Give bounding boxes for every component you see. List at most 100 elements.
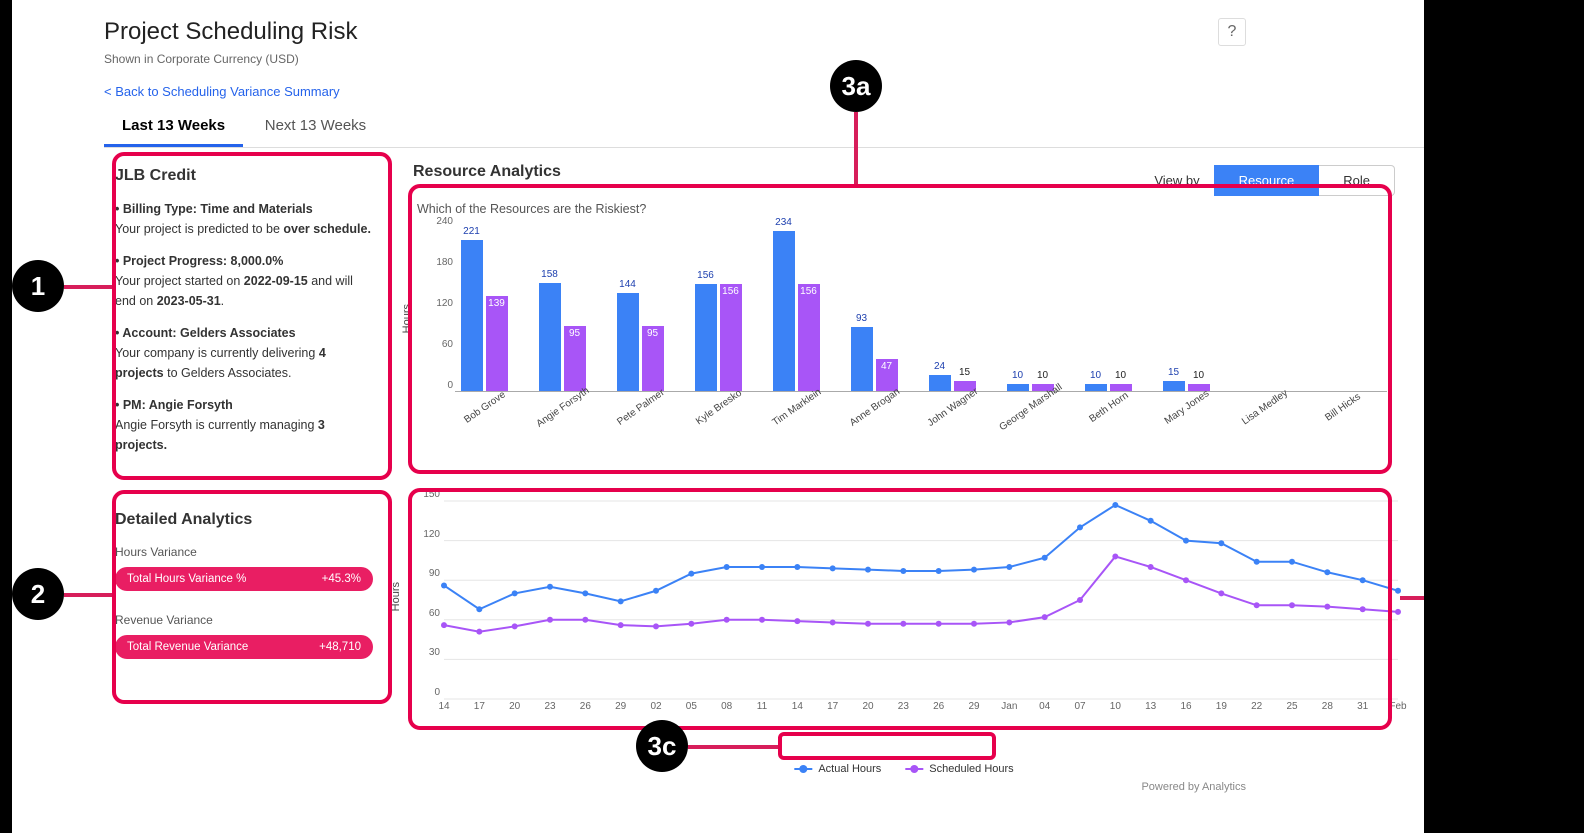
view-by-resource-button[interactable]: Resource bbox=[1214, 165, 1320, 196]
line-point[interactable] bbox=[724, 564, 730, 570]
total-hours-variance-row[interactable]: Total Hours Variance % +45.3% bbox=[115, 567, 373, 591]
line-point[interactable] bbox=[688, 571, 694, 577]
line-point[interactable] bbox=[512, 590, 518, 596]
line-point[interactable] bbox=[1395, 588, 1401, 594]
line-point[interactable] bbox=[900, 568, 906, 574]
bar-actual[interactable]: 158 bbox=[539, 283, 561, 391]
line-point[interactable] bbox=[476, 606, 482, 612]
billing-prediction-text: Your project is predicted to be bbox=[115, 222, 283, 236]
bar-actual[interactable]: 221 bbox=[461, 240, 483, 391]
line-point[interactable] bbox=[1006, 619, 1012, 625]
line-point[interactable] bbox=[865, 621, 871, 627]
line-point[interactable] bbox=[1360, 606, 1366, 612]
line-point[interactable] bbox=[1148, 518, 1154, 524]
line-point[interactable] bbox=[1006, 564, 1012, 570]
bar-actual[interactable]: 156 bbox=[695, 284, 717, 391]
line-point[interactable] bbox=[618, 622, 624, 628]
line-xtick: 02 bbox=[644, 701, 668, 712]
bar-actual[interactable]: 93 bbox=[851, 327, 873, 391]
bar-scheduled[interactable]: 139 bbox=[486, 296, 508, 391]
resource-bar-chart[interactable]: Hours 221139Bob Grove15895Angie Forsyth1… bbox=[413, 222, 1395, 462]
line-point[interactable] bbox=[1324, 604, 1330, 610]
line-xtick: Feb bbox=[1386, 701, 1410, 712]
line-point[interactable] bbox=[936, 621, 942, 627]
bar-chart-ylabel: Hours bbox=[401, 304, 413, 333]
line-xtick: 16 bbox=[1174, 701, 1198, 712]
line-point[interactable] bbox=[441, 582, 447, 588]
tab-last-13-weeks[interactable]: Last 13 Weeks bbox=[104, 109, 243, 147]
line-point[interactable] bbox=[1077, 524, 1083, 530]
bar-actual[interactable]: 10 bbox=[1085, 384, 1107, 391]
line-point[interactable] bbox=[794, 564, 800, 570]
hours-variance-label: Total Hours Variance % bbox=[127, 573, 246, 585]
line-point[interactable] bbox=[653, 588, 659, 594]
bar-actual[interactable]: 24 bbox=[929, 375, 951, 391]
line-point[interactable] bbox=[865, 567, 871, 573]
line-point[interactable] bbox=[1289, 602, 1295, 608]
line-point[interactable] bbox=[1254, 559, 1260, 565]
legend-scheduled-hours: Scheduled Hours bbox=[929, 763, 1013, 775]
line-point[interactable] bbox=[724, 617, 730, 623]
line-point[interactable] bbox=[900, 621, 906, 627]
line-xtick: 11 bbox=[750, 701, 774, 712]
line-point[interactable] bbox=[441, 622, 447, 628]
bar-scheduled[interactable]: 156 bbox=[798, 284, 820, 391]
line-point[interactable] bbox=[1112, 502, 1118, 508]
line-point[interactable] bbox=[1395, 609, 1401, 615]
bar-actual[interactable]: 144 bbox=[617, 293, 639, 391]
line-point[interactable] bbox=[1042, 614, 1048, 620]
tab-next-13-weeks[interactable]: Next 13 Weeks bbox=[247, 109, 384, 144]
line-point[interactable] bbox=[830, 565, 836, 571]
line-point[interactable] bbox=[1148, 564, 1154, 570]
callout-1: 1 bbox=[12, 260, 64, 312]
line-ytick: 30 bbox=[416, 647, 440, 658]
line-point[interactable] bbox=[582, 617, 588, 623]
line-point[interactable] bbox=[1183, 538, 1189, 544]
help-button[interactable]: ? bbox=[1218, 18, 1246, 46]
line-point[interactable] bbox=[1289, 559, 1295, 565]
line-point[interactable] bbox=[547, 584, 553, 590]
total-revenue-variance-row[interactable]: Total Revenue Variance +48,710 bbox=[115, 635, 373, 659]
line-point[interactable] bbox=[1218, 540, 1224, 546]
line-point[interactable] bbox=[582, 590, 588, 596]
line-point[interactable] bbox=[971, 621, 977, 627]
line-point[interactable] bbox=[1324, 569, 1330, 575]
hours-variance-header: Hours Variance bbox=[115, 545, 373, 559]
line-xtick: 20 bbox=[503, 701, 527, 712]
line-xtick: 14 bbox=[432, 701, 456, 712]
line-point[interactable] bbox=[512, 623, 518, 629]
hours-line-chart[interactable]: Hours Actual Hours Scheduled Hours 03060… bbox=[402, 495, 1406, 745]
line-ytick: 0 bbox=[416, 687, 440, 698]
bar-scheduled[interactable]: 95 bbox=[564, 326, 586, 391]
line-point[interactable] bbox=[830, 619, 836, 625]
line-point[interactable] bbox=[759, 617, 765, 623]
line-point[interactable] bbox=[1077, 597, 1083, 603]
bar-scheduled[interactable]: 95 bbox=[642, 326, 664, 391]
line-point[interactable] bbox=[1218, 590, 1224, 596]
line-ytick: 90 bbox=[416, 568, 440, 579]
bar-actual[interactable]: 234 bbox=[773, 231, 795, 391]
line-point[interactable] bbox=[618, 598, 624, 604]
line-point[interactable] bbox=[1254, 602, 1260, 608]
line-point[interactable] bbox=[653, 623, 659, 629]
line-point[interactable] bbox=[971, 567, 977, 573]
detailed-analytics-title: Detailed Analytics bbox=[115, 511, 373, 529]
line-point[interactable] bbox=[1112, 553, 1118, 559]
bar-scheduled[interactable]: 156 bbox=[720, 284, 742, 391]
bar-actual[interactable]: 15 bbox=[1163, 381, 1185, 391]
line-point[interactable] bbox=[1183, 577, 1189, 583]
bar-group: 9347 bbox=[845, 327, 903, 391]
line-point[interactable] bbox=[794, 618, 800, 624]
line-point[interactable] bbox=[1360, 577, 1366, 583]
line-xtick: 08 bbox=[715, 701, 739, 712]
line-point[interactable] bbox=[1042, 555, 1048, 561]
line-point[interactable] bbox=[476, 629, 482, 635]
line-point[interactable] bbox=[936, 568, 942, 574]
callout-3a: 3a bbox=[830, 60, 882, 112]
line-point[interactable] bbox=[547, 617, 553, 623]
bar-actual[interactable]: 10 bbox=[1007, 384, 1029, 391]
view-by-role-button[interactable]: Role bbox=[1319, 165, 1395, 196]
line-point[interactable] bbox=[688, 621, 694, 627]
line-point[interactable] bbox=[759, 564, 765, 570]
back-link[interactable]: < Back to Scheduling Variance Summary bbox=[104, 84, 340, 99]
